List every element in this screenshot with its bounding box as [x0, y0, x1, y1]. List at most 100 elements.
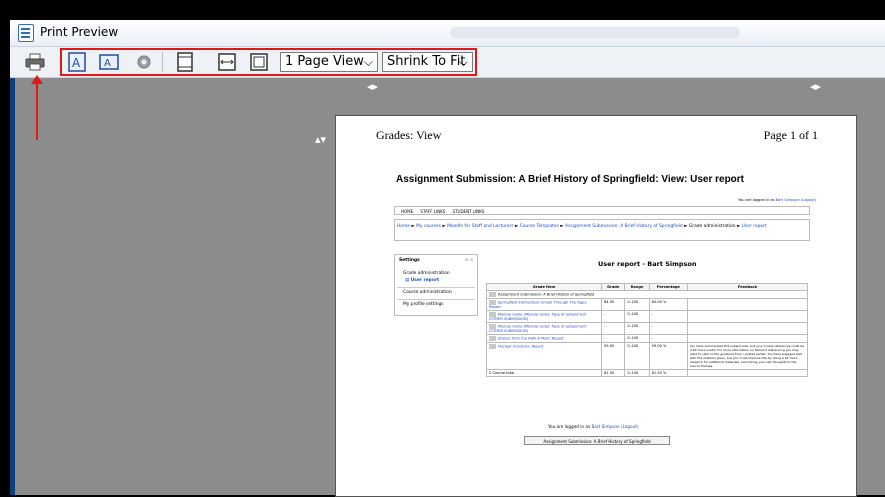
- logged-label: You are logged in as: [548, 424, 591, 429]
- print-preview-window: Print Preview A A 1 Page View ⌵ Shrink T…: [10, 20, 885, 497]
- grade-item-label: Springfield Elementary School Through Th…: [489, 300, 588, 310]
- document-icon: [18, 24, 34, 42]
- crumb-sep: ►: [515, 224, 519, 229]
- range-cell: 0–100: [624, 298, 650, 311]
- settings-block: Settings ⊟ ⊡ Grade administration ▤ User…: [394, 254, 478, 316]
- percentage-cell: -: [648, 334, 689, 343]
- column-header: Range: [624, 283, 650, 291]
- logout-link: (Logout): [800, 198, 816, 202]
- divider: [397, 287, 475, 288]
- feedback-cell: [687, 310, 808, 323]
- nav-bar: HOME STAFF LINKS STUDENT LINKS: [394, 206, 810, 215]
- margin-handle-left[interactable]: ◂▸: [367, 80, 378, 93]
- grade-item-label: Module name (Module code): Type of assig…: [489, 312, 587, 322]
- crumb: Course Templates: [519, 224, 559, 229]
- column-header: Grade item: [486, 283, 602, 291]
- category-label: Assignment Submission: A Brief History o…: [498, 292, 595, 297]
- window-left-edge: [10, 78, 15, 495]
- settings-item: Grade administration: [403, 271, 450, 276]
- crumb: My courses: [416, 224, 441, 229]
- user-link: Bart Simpson: [775, 198, 800, 202]
- table-row: Nuclear Incidents: Report 59.00 0–100 59…: [486, 342, 808, 370]
- table-header-row: Grade item Grade Range Percentage Feedba…: [486, 283, 808, 291]
- printer-icon[interactable]: [24, 51, 46, 73]
- block-controls-icon: ⊟ ⊡: [465, 257, 473, 262]
- column-header: Percentage: [648, 283, 689, 291]
- grade-cell: 84.00: [600, 298, 626, 311]
- feedback-cell: [687, 334, 808, 343]
- breadcrumb: Home ► My courses ► Moodle for Staff and…: [394, 219, 810, 241]
- settings-item: My profile settings: [403, 302, 444, 307]
- crumb-sep: ►: [411, 224, 415, 229]
- grade-cell: -: [600, 334, 626, 343]
- feedback-cell: [687, 369, 808, 377]
- nav-student-links: STUDENT LINKS: [452, 209, 485, 214]
- range-cell: 0–100: [624, 342, 650, 370]
- preview-page: Grades: View Page 1 of 1 Assignment Subm…: [335, 115, 857, 497]
- column-header: Feedback: [687, 283, 808, 291]
- percentage-cell: 84.00 %: [648, 298, 689, 311]
- folder-icon: [489, 292, 496, 297]
- crumb: Home: [397, 224, 410, 229]
- crumb-sep: ►: [736, 224, 741, 229]
- highlight-box: [60, 48, 477, 76]
- percentage-cell: -: [648, 322, 689, 335]
- range-cell: 0–100: [624, 322, 650, 335]
- logged-in-text: You are logged in as Bart Simpson (Logou…: [738, 198, 816, 202]
- margin-handle-right[interactable]: ◂▸: [810, 80, 821, 93]
- grades-table: Grade item Grade Range Percentage Feedba…: [486, 283, 808, 377]
- table-row: Module name (Module code): Type of assig…: [486, 310, 808, 323]
- window-title: Print Preview: [40, 25, 119, 39]
- grade-cell: -: [600, 310, 626, 323]
- grade-cell: 61.50: [600, 369, 626, 377]
- settings-item-label: User report: [410, 278, 440, 283]
- grade-item: Nuclear Incidents: Report: [486, 342, 602, 370]
- margin-handle-top[interactable]: ▴▾: [315, 133, 326, 146]
- logged-in-footer: You are logged in as Bart Simpson (Logou…: [548, 424, 639, 429]
- column-header: Grade: [600, 283, 626, 291]
- range-cell: 0–100: [624, 334, 650, 343]
- grade-item: Stories from the Kwik-E-Mart: Report: [486, 334, 602, 343]
- grade-item-label: Nuclear Incidents: Report: [498, 344, 544, 349]
- total-label: Course total: [492, 371, 515, 375]
- crumb: Moodle for Staff and Lecturers: [447, 224, 514, 229]
- crumb: Assignment Submission: A Brief History o…: [565, 224, 683, 229]
- grade-cell: -: [600, 322, 626, 335]
- percentage-cell: -: [648, 310, 689, 323]
- settings-title: Settings: [399, 258, 420, 263]
- table-row: Stories from the Kwik-E-Mart: Report - 0…: [486, 334, 808, 343]
- crumb-sep: ►: [560, 224, 564, 229]
- settings-item-user-report: ▤ User report: [405, 278, 439, 283]
- total-row: Σ Course total 61.50 0–100 61.50 %: [486, 369, 808, 377]
- red-arrow: [36, 78, 38, 140]
- total-item: Σ Course total: [486, 369, 602, 377]
- crumb-sep: ►: [442, 224, 446, 229]
- blurred-title-area: [450, 27, 740, 38]
- nav-home: HOME: [401, 209, 414, 214]
- user-report-title: User report - Bart Simpson: [598, 260, 697, 268]
- grade-item-label: Stories from the Kwik-E-Mart: Report: [498, 336, 564, 341]
- table-row: Module name (Module code): Type of assig…: [486, 322, 808, 335]
- feedback-cell: You have summarised this subject well, b…: [687, 342, 808, 370]
- assignment-icon: [489, 336, 496, 341]
- logout-link: (Logout): [620, 424, 639, 429]
- table-row: Assignment Submission: A Brief History o…: [486, 290, 808, 299]
- grade-item-label: Module name (Module code): Type of assig…: [489, 324, 587, 334]
- logged-label: You are logged in as: [738, 198, 775, 202]
- grade-cell: 59.00: [600, 342, 626, 370]
- range-cell: 0–100: [624, 369, 650, 377]
- page-header-right: Page 1 of 1: [763, 128, 818, 142]
- settings-item: Course administration: [403, 290, 452, 295]
- category-cell: Assignment Submission: A Brief History o…: [486, 290, 808, 299]
- grade-item: Module name (Module code): Type of assig…: [486, 310, 602, 323]
- grade-item: Module name (Module code): Type of assig…: [486, 322, 602, 335]
- user-link: Bart Simpson: [591, 424, 620, 429]
- crumb: User report: [741, 224, 767, 229]
- page-header-left: Grades: View: [376, 128, 442, 142]
- crumb-sep: ►: [684, 224, 688, 229]
- nav-staff-links: STAFF LINKS: [420, 209, 446, 214]
- assignment-icon: [489, 344, 496, 349]
- percentage-cell: 59.00 %: [648, 342, 689, 370]
- crumb: Grade administration: [688, 224, 736, 229]
- feedback-cell: [687, 298, 808, 311]
